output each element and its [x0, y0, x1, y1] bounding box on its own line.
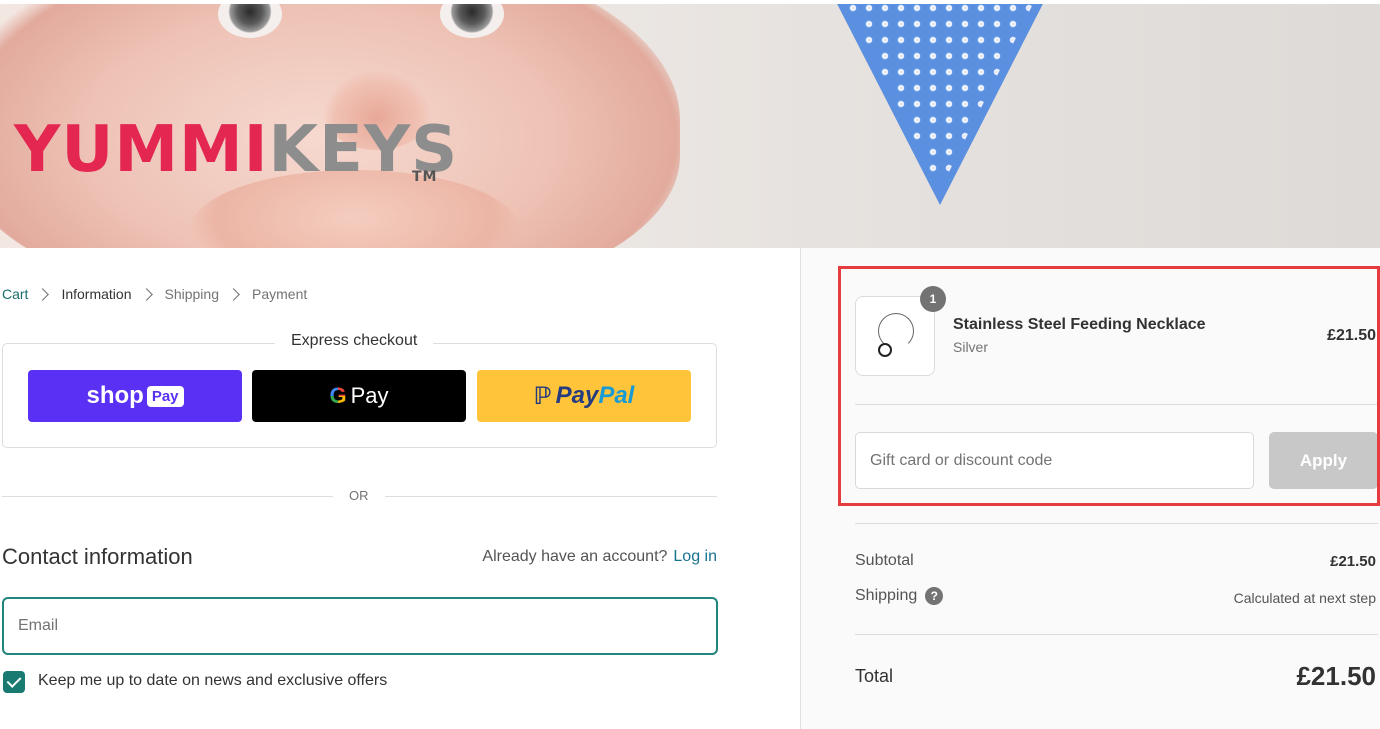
newsletter-checkbox[interactable] — [3, 671, 25, 693]
email-field[interactable]: Email — [2, 597, 718, 655]
google-pay-button[interactable]: G Pay — [252, 370, 466, 422]
chevron-right-icon — [227, 287, 240, 301]
breadcrumb-information: Information — [61, 286, 132, 302]
google-pay-label: Pay — [350, 383, 389, 408]
shop-pay-label: shop — [86, 382, 144, 409]
divider-line-right — [385, 496, 717, 497]
breadcrumb-cart[interactable]: Cart — [2, 286, 28, 302]
summary-divider — [855, 523, 1378, 524]
breadcrumb-payment: Payment — [252, 286, 308, 302]
store-logo[interactable]: YUMMIKEYS TM — [14, 118, 458, 185]
shipping-row: Shipping? — [855, 587, 944, 605]
divider-line-left — [2, 496, 333, 497]
question-mark-icon[interactable]: ? — [925, 587, 944, 605]
or-divider-text: OR — [349, 488, 369, 503]
logo-text-yummi: YUMMI — [14, 113, 269, 187]
highlight-box — [838, 266, 1380, 506]
shop-pay-badge: Pay — [146, 385, 184, 407]
google-g-icon: G — [329, 383, 347, 408]
breadcrumb-shipping: Shipping — [164, 286, 220, 302]
account-prompt-text: Already have an account? — [482, 548, 668, 565]
shop-pay-button[interactable]: shop Pay — [28, 370, 242, 422]
email-placeholder: Email — [18, 617, 59, 634]
breadcrumb: Cart Information Shipping Payment — [2, 286, 307, 302]
header-banner: YUMMIKEYS TM — [0, 0, 1380, 248]
total-value: £21.50 — [1296, 661, 1376, 691]
summary-divider — [855, 634, 1378, 635]
subtotal-value: £21.50 — [1330, 553, 1376, 570]
paypal-label-pal: Pal — [598, 382, 635, 409]
logo-trademark: TM — [412, 169, 438, 185]
chevron-right-icon — [36, 287, 50, 301]
account-prompt: Already have an account? Log in — [482, 548, 717, 566]
paypal-icon: ℙ — [533, 382, 552, 410]
contact-information-heading: Contact information — [2, 544, 193, 569]
shipping-value: Calculated at next step — [1233, 590, 1376, 606]
login-link[interactable]: Log in — [673, 548, 717, 566]
newsletter-label[interactable]: Keep me up to date on news and exclusive… — [38, 672, 387, 690]
subtotal-label: Subtotal — [855, 552, 914, 569]
shipping-label: Shipping — [855, 587, 918, 605]
chevron-right-icon — [139, 287, 153, 301]
paypal-button[interactable]: ℙ Pay Pal — [477, 370, 691, 422]
paypal-label-pay: Pay — [555, 382, 599, 409]
express-checkout-title: Express checkout — [275, 332, 434, 350]
total-label: Total — [855, 666, 894, 686]
